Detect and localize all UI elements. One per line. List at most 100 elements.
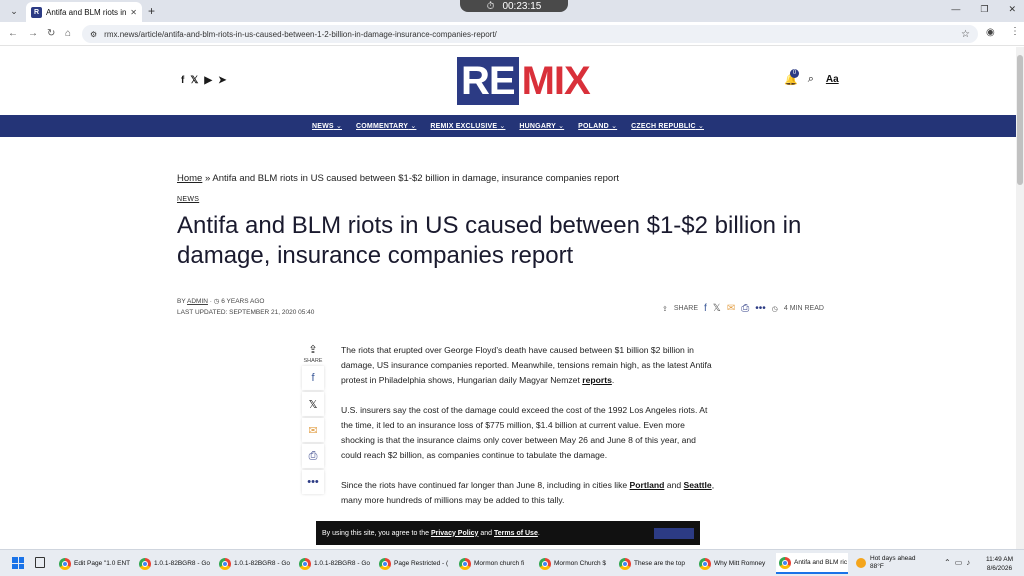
taskbar-item[interactable]: These are the top <box>616 553 692 574</box>
floating-share: ⇪ SHARE f 𝕏 ✉ ⎙ ••• <box>302 343 324 494</box>
youtube-icon[interactable]: ▶ <box>204 75 212 86</box>
profile-icon[interactable]: ◉ <box>986 27 995 38</box>
nav-item-poland[interactable]: POLAND ⌄ <box>578 122 617 130</box>
bookmark-star-icon[interactable]: ☆ <box>961 29 970 40</box>
post-age: 6 YEARS AGO <box>221 298 265 305</box>
site-info-icon[interactable]: ⚙ <box>90 30 97 39</box>
timer-value: 00:23:15 <box>502 0 542 12</box>
url-text[interactable]: rmx.news/article/antifa-and-blm-riots-in… <box>104 30 954 39</box>
byline: BY ADMIN · ◷ 6 YEARS AGO <box>177 298 265 305</box>
facebook-icon[interactable]: f <box>181 75 184 86</box>
chrome-icon <box>59 557 71 570</box>
font-size-toggle[interactable]: Aa <box>826 74 839 85</box>
home-icon[interactable]: ⌂ <box>65 28 71 39</box>
sun-icon <box>856 558 866 568</box>
remix-logo[interactable]: RE MIX <box>457 57 593 105</box>
clock-date: 8/6/2026 <box>986 565 1013 572</box>
nav-item-czech-republic[interactable]: CZECH REPUBLIC ⌄ <box>631 122 704 130</box>
weather-temp: 88°F <box>870 563 884 570</box>
paragraph-1: The riots that erupted over George Floyd… <box>341 345 712 385</box>
share-email-icon[interactable]: ✉ <box>727 303 735 314</box>
telegram-icon[interactable]: ➤ <box>218 75 226 86</box>
browser-menu-icon[interactable]: ⋮ <box>1010 26 1020 37</box>
clock-time: 11:49 AM <box>986 556 1013 563</box>
side-x-icon[interactable]: 𝕏 <box>302 392 324 416</box>
last-updated: LAST UPDATED: SEPTEMBER 21, 2020 05:40 <box>177 309 315 316</box>
system-tray: ⌃ ▭ ♪ <box>944 558 970 567</box>
nav-item-commentary[interactable]: COMMENTARY ⌄ <box>356 122 416 130</box>
x-twitter-icon[interactable]: 𝕏 <box>190 75 198 86</box>
close-window-icon[interactable]: ✕ <box>1008 4 1016 15</box>
address-bar: ← → ↻ ⌂ ⚙ rmx.news/article/antifa-and-bl… <box>0 22 1024 46</box>
logo-mix: MIX <box>518 57 593 105</box>
taskbar-item[interactable]: 1.0.1-82BGR8 - Go <box>136 553 212 574</box>
portland-link[interactable]: Portland <box>630 480 665 490</box>
scroll-thumb[interactable] <box>1017 55 1023 185</box>
taskbar-item[interactable]: 1.0.1-82BGR8 - Go <box>216 553 292 574</box>
share-print-icon[interactable]: ⎙ <box>741 303 749 314</box>
new-tab-button[interactable]: + <box>148 4 155 18</box>
share-more-icon[interactable]: ••• <box>755 303 766 314</box>
chrome-icon <box>139 557 151 570</box>
chrome-icon <box>779 556 791 569</box>
back-icon[interactable]: ← <box>8 28 18 39</box>
cookie-accept-button[interactable] <box>654 527 694 539</box>
url-field[interactable]: ⚙ rmx.news/article/antifa-and-blm-riots-… <box>82 25 978 43</box>
reload-icon[interactable]: ↻ <box>47 28 55 39</box>
share-icon[interactable]: ⇪ <box>308 343 317 356</box>
weather-title: Hot days ahead <box>870 555 916 562</box>
monitor-icon[interactable]: ▭ <box>955 558 963 567</box>
side-email-icon[interactable]: ✉ <box>302 418 324 442</box>
tab-search-icon[interactable]: ⌄ <box>6 4 22 18</box>
minimize-icon[interactable]: — <box>951 4 960 15</box>
chevron-up-icon[interactable]: ⌃ <box>944 558 951 567</box>
breadcrumb: Home » Antifa and BLM riots in US caused… <box>177 173 619 184</box>
forward-icon[interactable]: → <box>28 28 38 39</box>
taskbar-item[interactable]: Page Restricted - ( <box>376 553 452 574</box>
close-tab-icon[interactable]: ✕ <box>130 8 137 17</box>
notification-bell-icon[interactable]: 🔔 0 <box>784 69 799 86</box>
reports-link[interactable]: reports <box>582 375 612 385</box>
search-icon[interactable]: ⌕ <box>808 73 814 86</box>
paragraph-3: Since the riots have continued far longe… <box>341 480 715 505</box>
privacy-policy-link[interactable]: Privacy Policy <box>431 530 478 537</box>
seattle-link[interactable]: Seattle <box>684 480 712 490</box>
nav-item-remix-exclusive[interactable]: REMIX EXCLUSIVE ⌄ <box>430 122 505 130</box>
share-icon: ⇪ <box>662 305 668 313</box>
web-page: f 𝕏 ▶ ➤ RE MIX 🔔 0 ⌕ Aa NEWS ⌄ COMMENTARY… <box>0 47 1016 549</box>
timer-icon: ⏱ <box>486 0 495 12</box>
breadcrumb-current: » Antifa and BLM riots in US caused betw… <box>202 173 620 184</box>
taskbar-item[interactable]: Edit Page "1.0 ENT <box>56 553 132 574</box>
terms-link[interactable]: Terms of Use <box>494 530 538 537</box>
side-share-label: SHARE <box>303 358 323 364</box>
nav-item-hungary[interactable]: HUNGARY ⌄ <box>519 122 564 130</box>
side-facebook-icon[interactable]: f <box>302 366 324 390</box>
speaker-icon[interactable]: ♪ <box>966 558 970 567</box>
taskbar: Edit Page "1.0 ENT 1.0.1-82BGR8 - Go 1.0… <box>0 549 1024 576</box>
article-body: The riots that erupted over George Floyd… <box>341 343 717 523</box>
taskbar-item[interactable]: Mormon Church $ <box>536 553 612 574</box>
cookie-text: By using this site, you agree to the Pri… <box>322 529 540 537</box>
task-view-icon[interactable] <box>35 557 45 568</box>
taskbar-item[interactable]: Mormon church fi <box>456 553 532 574</box>
page-scrollbar[interactable] <box>1016 47 1024 549</box>
active-tab[interactable]: R Antifa and BLM riots in US caus ✕ <box>26 2 142 22</box>
side-print-icon[interactable]: ⎙ <box>302 444 324 468</box>
side-more-icon[interactable]: ••• <box>302 470 324 494</box>
taskbar-item[interactable]: Why Mitt Romney <box>696 553 772 574</box>
category-link[interactable]: NEWS <box>177 196 199 203</box>
taskbar-item[interactable]: 1.0.1-82BGR8 - Go <box>296 553 372 574</box>
system-clock[interactable]: 11:49 AM 8/6/2026 <box>986 555 1013 573</box>
windows-start-icon[interactable] <box>12 557 24 569</box>
share-facebook-icon[interactable]: f <box>704 303 707 314</box>
author-link[interactable]: ADMIN <box>187 298 208 305</box>
share-x-icon[interactable]: 𝕏 <box>713 303 721 314</box>
paragraph-2: U.S. insurers say the cost of the damage… <box>341 405 708 460</box>
weather-widget[interactable]: Hot days ahead 88°F <box>856 555 916 571</box>
nav-item-news[interactable]: NEWS ⌄ <box>312 122 342 130</box>
favicon-icon: R <box>31 6 42 18</box>
share-label: SHARE <box>673 305 698 312</box>
restore-icon[interactable]: ❐ <box>980 4 988 15</box>
breadcrumb-home-link[interactable]: Home <box>177 173 202 184</box>
taskbar-item-active[interactable]: Antifa and BLM ric <box>776 553 848 574</box>
